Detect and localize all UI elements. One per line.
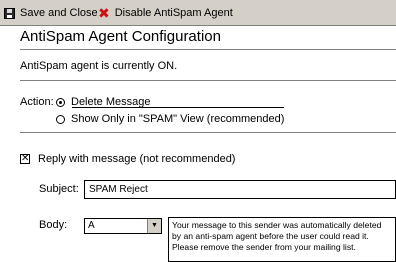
save-and-close-button[interactable]: Save and Close [4,5,98,21]
focus-underline [72,107,284,108]
reply-with-message-checkbox-row[interactable]: ✕ Reply with message (not recommended) [20,153,235,165]
body-select[interactable]: A ▼ [84,218,162,234]
page-title: AntiSpam Agent Configuration [20,28,221,45]
radio-show-only-label: Show Only in "SPAM" View (recommended) [71,113,285,125]
radio-indicator-selected[interactable] [56,97,65,107]
save-and-close-label: Save and Close [20,7,98,19]
subject-label: Subject: [39,183,79,195]
floppy-disk-icon [4,7,15,19]
radio-indicator[interactable] [56,114,65,124]
body-textarea[interactable]: Your message to this sender was automati… [168,217,396,262]
status-divider [20,80,396,82]
disable-antispam-button[interactable]: ✖ Disable AntiSpam Agent [98,5,233,21]
body-select-value: A [88,220,95,231]
title-divider [20,49,396,51]
reply-checkbox[interactable]: ✕ [20,154,30,164]
body-label: Body: [39,219,68,231]
action-label: Action: [20,96,54,108]
chevron-down-icon[interactable]: ▼ [147,219,161,233]
status-text: AntiSpam agent is currently ON. [20,60,178,72]
red-x-icon: ✖ [98,5,110,21]
toolbar: Save and Close ✖ Disable AntiSpam Agent [0,0,396,26]
subject-input[interactable]: SPAM Reject [84,180,396,199]
reply-checkbox-label: Reply with message (not recommended) [38,153,236,165]
disable-antispam-label: Disable AntiSpam Agent [114,7,233,19]
action-divider [20,132,396,134]
radio-show-only-spam-view[interactable]: Show Only in "SPAM" View (recommended) [56,113,284,125]
